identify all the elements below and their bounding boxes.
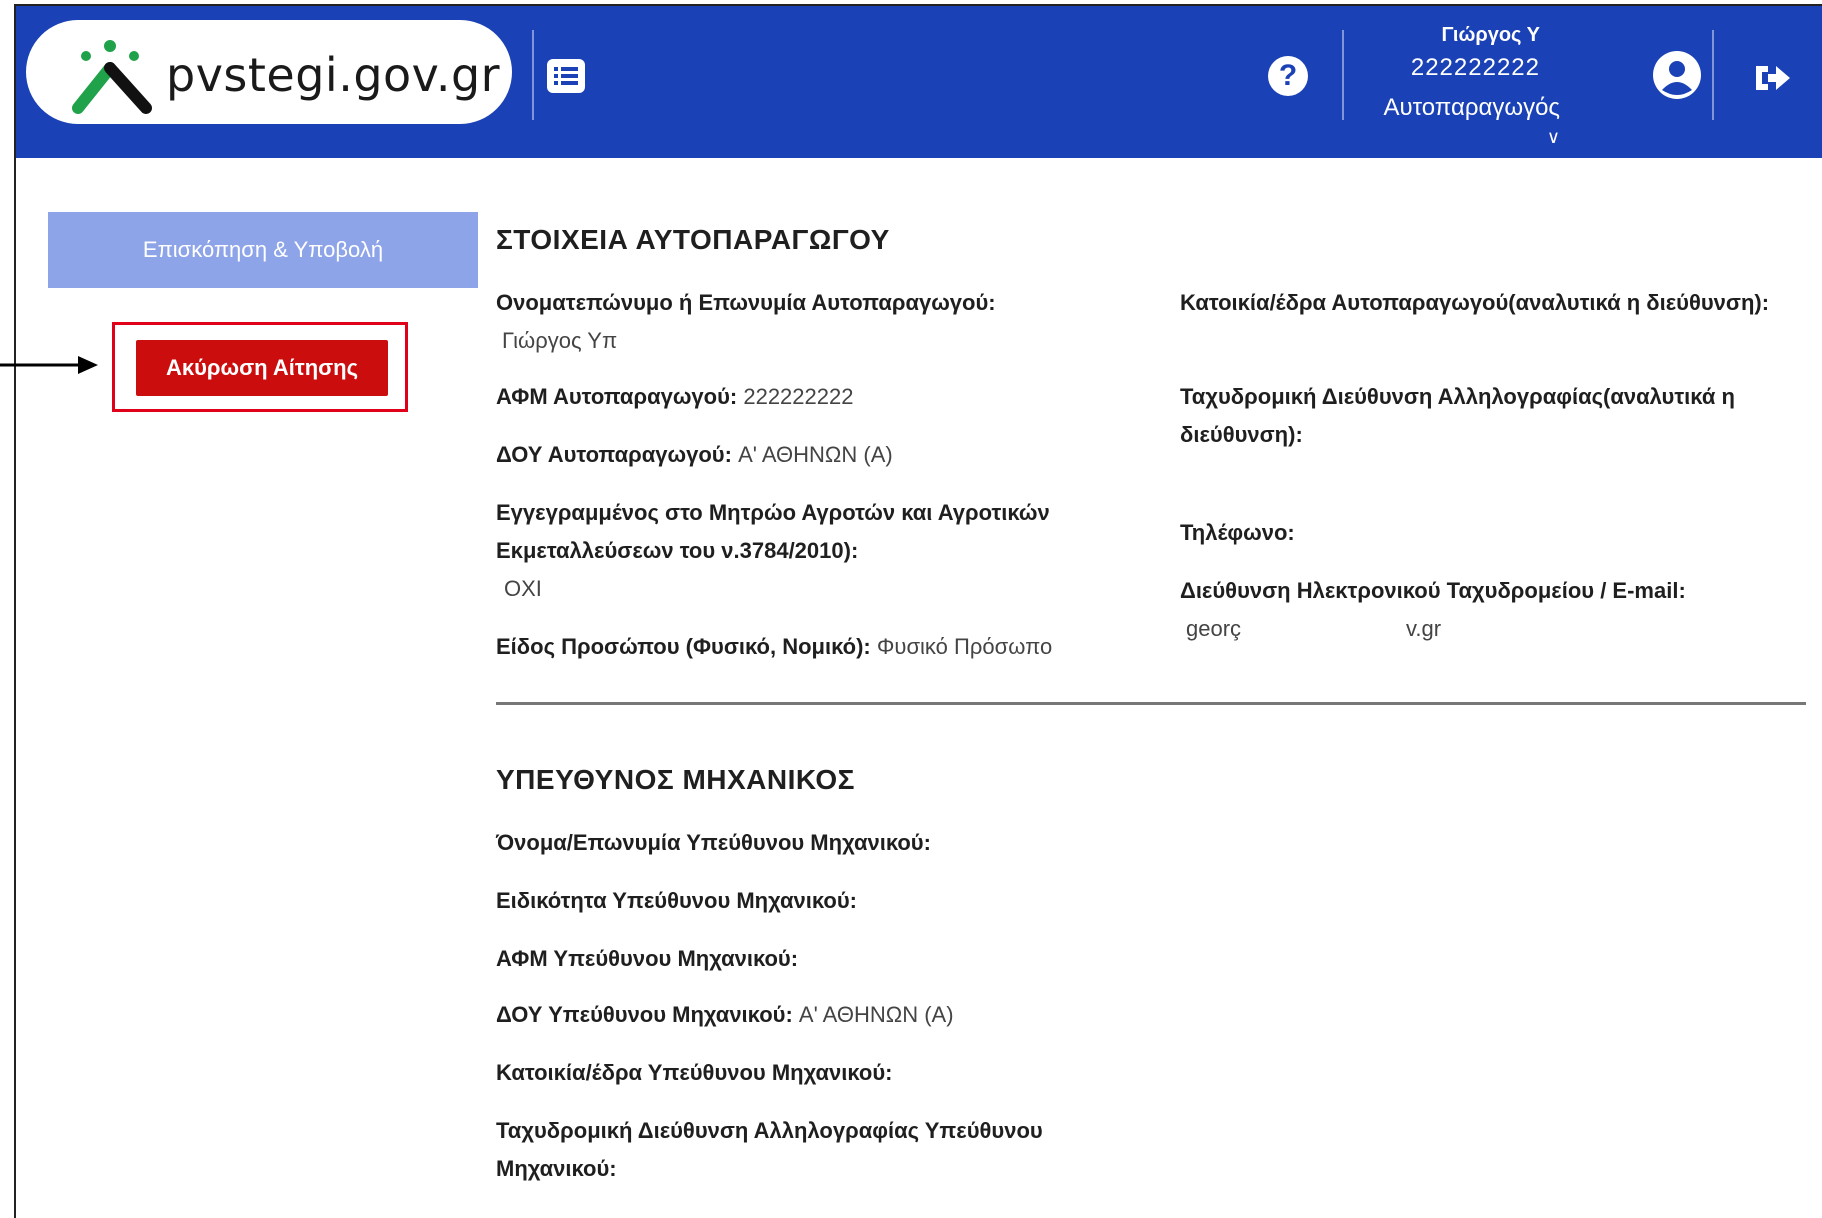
site-logo[interactable]: pvstegi.gov.gr xyxy=(26,20,512,124)
producer-email-value-start: georç xyxy=(1186,616,1242,641)
registry-label-line1: Εγγεγραμμένος στο Μητρώο Αγροτών και Αγρ… xyxy=(496,500,1050,525)
user-afm: 222222222 xyxy=(1410,54,1540,81)
engineer-postal-label-line1: Ταχυδρομική Διεύθυνση Αλληλογραφίας Υπεύ… xyxy=(496,1118,1043,1143)
annotation-arrow-icon xyxy=(0,356,98,374)
engineer-residence-label: Κατοικία/έδρα Υπεύθυνου Μηχανικού: xyxy=(496,1060,893,1085)
producer-afm-value: 222222222 xyxy=(743,384,854,409)
producer-section-title: ΣΤΟΙΧΕΙΑ ΑΥΤΟΠΑΡΑΓΩΓΟΥ xyxy=(496,224,890,255)
producer-doy-row: ΔΟΥ Αυτοπαραγωγού: Α' ΑΘΗΝΩΝ (Α) xyxy=(496,436,893,474)
user-name: Γιώργος Υ xyxy=(1441,24,1540,46)
producer-email-label: Διεύθυνση Ηλεκτρονικού Ταχυδρομείου / E-… xyxy=(1180,578,1686,603)
engineer-doy-label: ΔΟΥ Υπεύθυνου Μηχανικού: xyxy=(496,1002,793,1027)
producer-email-value-end: v.gr xyxy=(1406,616,1442,641)
registry-value: ΟΧΙ xyxy=(504,576,542,601)
person-type-value: Φυσικό Πρόσωπο xyxy=(876,634,1053,659)
top-navbar: pvstegi.gov.gr ? Γιώργος Υ 222222222 Αυτ… xyxy=(16,6,1822,158)
producer-name-value: Γιώργος Υπ xyxy=(502,328,618,353)
overview-submit-button[interactable]: Επισκόπηση & Υποβολή xyxy=(48,212,478,288)
producer-residence-label: Κατοικία/έδρα Αυτοπαραγωγού(αναλυτικά η … xyxy=(1180,290,1770,315)
engineer-name-label: Όνομα/Επωνυμία Υπεύθυνου Μηχανικού: xyxy=(496,830,931,855)
user-info: Γιώργος Υ 222222222 Αυτοπαραγωγός ∨ xyxy=(1376,18,1666,147)
person-type-label: Είδος Προσώπου (Φυσικό, Νομικό): xyxy=(496,634,871,659)
user-role-label: Αυτοπαραγωγός xyxy=(1383,94,1560,121)
producer-postal-label-line2: διεύθυνση): xyxy=(1180,422,1303,447)
help-icon[interactable]: ? xyxy=(1268,56,1308,96)
navbar-divider xyxy=(1712,30,1714,120)
producer-phone-label: Τηλέφωνο: xyxy=(1180,520,1295,545)
engineer-postal-label-line2: Μηχανικού: xyxy=(496,1156,617,1181)
list-menu-icon[interactable] xyxy=(546,58,586,94)
chevron-down-icon: ∨ xyxy=(1546,127,1560,147)
engineer-doy-row: ΔΟΥ Υπεύθυνου Μηχανικού: Α' ΑΘΗΝΩΝ (Α) xyxy=(496,996,954,1034)
producer-afm-row: ΑΦΜ Αυτοπαραγωγού: 222222222 xyxy=(496,378,853,416)
user-role-dropdown[interactable]: Αυτοπαραγωγός ∨ xyxy=(1376,94,1560,150)
logo-text: pvstegi.gov.gr xyxy=(166,48,501,102)
engineer-afm-label: ΑΦΜ Υπεύθυνου Μηχανικού: xyxy=(496,946,799,971)
producer-name-label: Ονοματεπώνυμο ή Επωνυμία Αυτοπαραγωγού: xyxy=(496,290,996,315)
registry-label-line2: Εκμεταλλεύσεων του ν.3784/2010): xyxy=(496,538,859,563)
engineer-specialty-label: Ειδικότητα Υπεύθυνου Μηχανικού: xyxy=(496,888,857,913)
section-divider xyxy=(496,702,1806,705)
navbar-divider xyxy=(532,30,534,120)
logout-icon[interactable] xyxy=(1752,60,1792,96)
engineer-doy-value: Α' ΑΘΗΝΩΝ (Α) xyxy=(798,1002,954,1027)
producer-doy-value: Α' ΑΘΗΝΩΝ (Α) xyxy=(738,442,893,467)
engineer-section-title: ΥΠΕΥΘΥΝΟΣ ΜΗΧΑΝΙΚΟΣ xyxy=(496,764,855,795)
page-frame: pvstegi.gov.gr ? Γιώργος Υ 222222222 Αυτ… xyxy=(14,4,1822,1218)
producer-afm-label: ΑΦΜ Αυτοπαραγωγού: xyxy=(496,384,738,409)
person-type-row: Είδος Προσώπου (Φυσικό, Νομικό): Φυσικό … xyxy=(496,628,1052,666)
navbar-divider xyxy=(1342,30,1344,120)
cancel-application-button[interactable]: Ακύρωση Αίτησης xyxy=(136,340,388,396)
user-avatar-icon[interactable] xyxy=(1652,50,1702,100)
producer-doy-label: ΔΟΥ Αυτοπαραγωγού: xyxy=(496,442,732,467)
producer-postal-label-line1: Ταχυδρομική Διεύθυνση Αλληλογραφίας(αναλ… xyxy=(1180,384,1735,409)
logo-icon xyxy=(72,40,152,114)
